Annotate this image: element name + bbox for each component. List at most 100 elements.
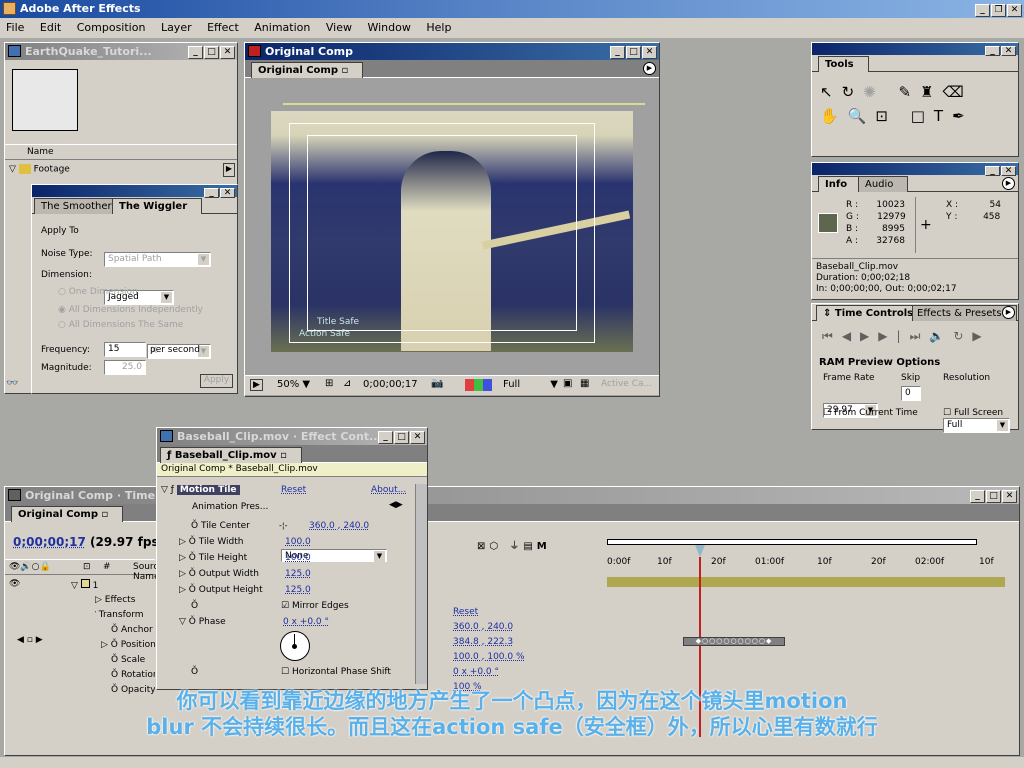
close-button[interactable]: ✕ — [1007, 4, 1022, 17]
zoom-dropdown[interactable]: 50% ▼ — [277, 379, 310, 390]
transform-reset-link[interactable]: Reset — [453, 605, 525, 620]
timeline-minimize-button[interactable]: _ — [970, 490, 985, 503]
motion-tile-reset-link[interactable]: Reset — [281, 485, 306, 495]
menu-composition[interactable]: Composition — [77, 21, 146, 34]
timeline-close-button[interactable]: ✕ — [1002, 490, 1017, 503]
layer-visibility-icon[interactable]: 👁 — [9, 579, 20, 589]
effect-controls-close-button[interactable]: ✕ — [410, 431, 425, 444]
anchor-point-value[interactable]: 360.0 , 240.0 — [453, 620, 525, 635]
camera-dropdown[interactable]: Active Ca... — [601, 379, 652, 389]
tab-the-wiggler[interactable]: The Wiggler — [112, 198, 203, 214]
next-frame-button[interactable]: ▶| — [878, 329, 909, 343]
anchor-point-property[interactable]: Ŏ Anchor Point — [111, 623, 155, 638]
menu-effect[interactable]: Effect — [207, 21, 239, 34]
last-frame-button[interactable]: ⏭ — [910, 329, 930, 343]
timeline-time-display[interactable]: 0;00;00;17 (29.97 fps) — [13, 535, 164, 549]
output-width-value[interactable]: 125.0 — [285, 566, 311, 582]
param-tile-width[interactable]: ▷ Ŏ Tile Width 100.0 — [157, 534, 415, 550]
minimize-button[interactable]: _ — [975, 4, 990, 17]
full-screen-checkbox[interactable]: ☐ Full Screen — [943, 408, 1003, 418]
tab-info[interactable]: Info — [818, 176, 863, 192]
param-horizontal-phase-shift[interactable]: Ŏ ☐ Horizontal Phase Shift — [191, 667, 421, 677]
rectangle-mask-tool-icon[interactable]: □ — [911, 107, 934, 125]
apply-button[interactable]: Apply — [200, 374, 233, 388]
radio-all-independent[interactable]: ◉ All Dimensions Independently — [58, 305, 203, 315]
timeline-maximize-button[interactable]: □ — [986, 490, 1001, 503]
snapshot-icon[interactable]: 📷 — [431, 378, 443, 389]
hand-tool-icon[interactable]: ✋ — [820, 107, 848, 125]
pan-behind-tool-icon[interactable]: ⊡ — [875, 107, 897, 125]
mirror-edges-checkbox[interactable]: ☑ Mirror Edges — [281, 598, 349, 614]
frequency-input[interactable]: 15 — [104, 342, 146, 357]
param-phase[interactable]: ▽ Ŏ Phase 0 x +0.0 ° — [157, 614, 415, 630]
from-current-time-checkbox[interactable]: ☐ From Current Time — [823, 408, 918, 418]
label-column-icon[interactable]: ⊡ — [83, 562, 91, 572]
menu-help[interactable]: Help — [426, 21, 451, 34]
clone-stamp-tool-icon[interactable]: ♜ — [920, 83, 942, 101]
rotation-property[interactable]: Ŏ Rotation — [111, 668, 155, 683]
tab-effects-presets[interactable]: Effects & Presets — [912, 305, 1017, 321]
apply-to-dropdown[interactable]: Spatial Path — [104, 252, 211, 267]
motion-tile-collapse[interactable]: ▽ — [161, 485, 168, 495]
resolution-dropdown[interactable]: Full ▼ — [503, 379, 558, 390]
magnitude-input[interactable]: 25.0 — [104, 360, 146, 375]
layer-label-color[interactable] — [80, 579, 90, 588]
loop-button[interactable]: ↻ — [953, 329, 972, 343]
time-controls-menu-button[interactable]: ▶ — [1002, 306, 1015, 319]
footage-folder[interactable]: ▽ Footage — [9, 164, 70, 175]
tab-baseball-clip[interactable]: ƒ Baseball_Clip.mov ▫ — [160, 447, 302, 463]
previous-frame-button[interactable]: ◀ — [842, 329, 860, 343]
output-height-value[interactable]: 125.0 — [285, 582, 311, 598]
restore-button[interactable]: ❐ — [991, 4, 1006, 17]
frame-blend-icon[interactable]: ▤ — [523, 541, 536, 552]
audio-toggle-button[interactable]: 🔈 — [929, 329, 953, 343]
effects-group[interactable]: ▷ Effects — [95, 593, 155, 608]
horizontal-phase-shift-checkbox[interactable]: ☐ Horizontal Phase Shift — [281, 667, 391, 677]
menu-view[interactable]: View — [326, 21, 352, 34]
tile-height-value[interactable]: 100.0 — [285, 550, 311, 566]
project-maximize-button[interactable]: □ — [204, 46, 219, 59]
param-output-width[interactable]: ▷ Ŏ Output Width 125.0 — [157, 566, 415, 582]
layer-row[interactable]: 👁 ▽ 1 — [9, 579, 98, 591]
pen-tool-icon[interactable]: ✒ — [952, 107, 974, 125]
show-channel-icon[interactable] — [465, 379, 492, 391]
current-time-display[interactable]: 0;00;00;17 — [363, 379, 418, 390]
3d-view-icon[interactable]: ⬡ — [489, 541, 502, 552]
layer-duration-bar[interactable] — [607, 577, 1005, 587]
radio-one-dimension[interactable]: ○ One Dimension — [58, 287, 138, 297]
param-output-height[interactable]: ▷ Ŏ Output Height 125.0 — [157, 582, 415, 598]
scale-value[interactable]: 100.0 , 100.0 % — [453, 650, 525, 665]
first-frame-button[interactable]: ⏮ — [822, 329, 842, 343]
zoom-tool-icon[interactable]: 🔍 — [848, 107, 876, 125]
av-features-icons[interactable]: 👁🔊○🔒 — [9, 562, 51, 572]
play-button[interactable]: ▶ — [860, 329, 878, 343]
ram-resolution-dropdown[interactable]: Full — [943, 418, 1010, 433]
position-value[interactable]: 384.8 , 222.3 — [453, 635, 525, 650]
fx-toggle-icon[interactable]: ƒ — [171, 485, 174, 495]
menu-file[interactable]: File — [6, 21, 24, 34]
ram-preview-button[interactable]: ▶ — [972, 329, 990, 343]
param-mirror-edges[interactable]: Ŏ ☑ Mirror Edges — [157, 598, 415, 614]
phase-dial[interactable] — [280, 631, 310, 661]
always-preview-icon[interactable]: ▶ — [250, 379, 263, 391]
effect-controls-maximize-button[interactable]: □ — [394, 431, 409, 444]
current-time-indicator[interactable] — [695, 545, 705, 557]
param-tile-height[interactable]: ▷ Ŏ Tile Height 100.0 — [157, 550, 415, 566]
comp-viewer-frame[interactable]: Title Safe Action Safe — [271, 111, 633, 352]
eraser-tool-icon[interactable]: ⌫ — [943, 83, 973, 101]
project-menu-arrow[interactable]: ▶ — [223, 163, 235, 177]
motion-blur-icon[interactable]: M — [537, 541, 551, 552]
menu-animation[interactable]: Animation — [254, 21, 310, 34]
comp-maximize-button[interactable]: □ — [626, 46, 641, 59]
position-keyframes[interactable]: ◆○○○○○○○○○◆ — [683, 637, 785, 646]
time-navigator-bar[interactable] — [607, 539, 977, 545]
comp-close-button[interactable]: ✕ — [642, 46, 657, 59]
tab-original-comp[interactable]: Original Comp ▫ — [251, 62, 364, 78]
keyframe-navigator[interactable]: ◀ ▫ ▶ — [17, 635, 43, 645]
project-minimize-button[interactable]: _ — [188, 46, 203, 59]
skip-input[interactable]: 0 — [901, 386, 921, 401]
tile-center-value[interactable]: 360.0 , 240.0 — [309, 518, 369, 534]
crosshair-point-icon[interactable]: -¦- — [279, 518, 287, 534]
region-of-interest-icon[interactable]: ▣ — [563, 378, 572, 389]
comp-flowchart-icon[interactable]: ⊠ — [477, 541, 489, 552]
